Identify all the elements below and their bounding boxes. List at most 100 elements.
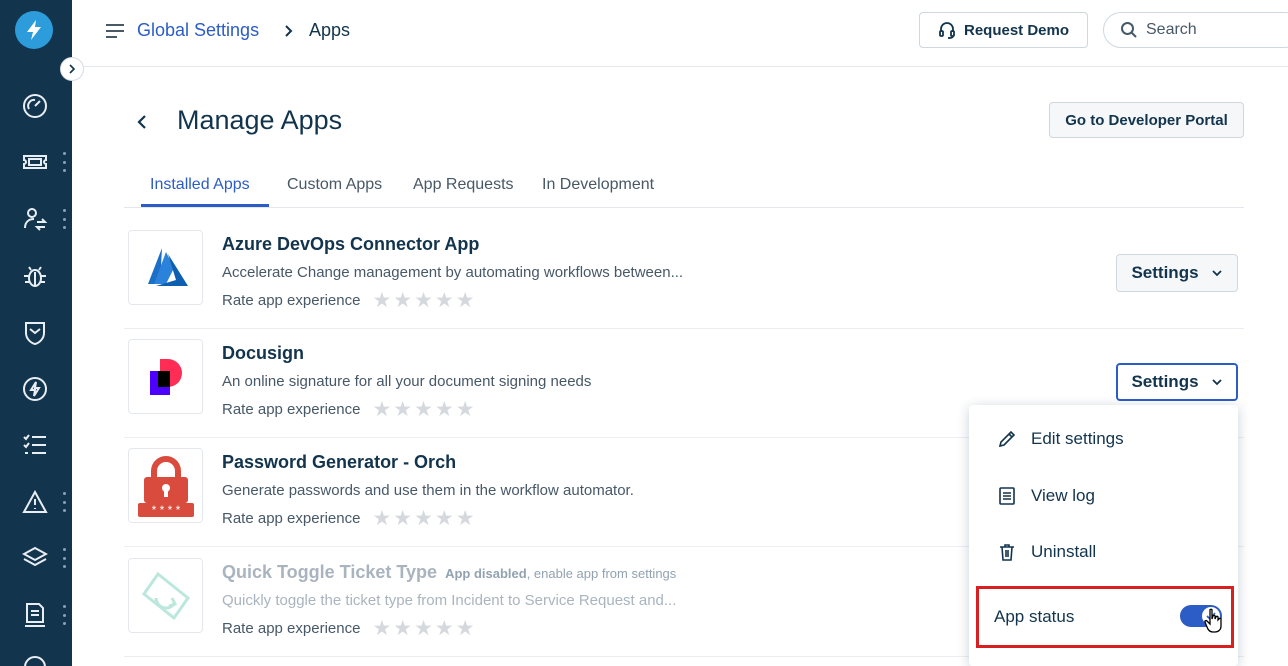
star-icon[interactable]: ★ — [414, 508, 433, 529]
page-title: Manage Apps — [177, 105, 343, 135]
star-icon[interactable]: ★ — [393, 290, 412, 311]
request-demo-button[interactable]: Request Demo — [919, 12, 1088, 48]
star-icon[interactable]: ★ — [372, 508, 391, 529]
developer-portal-button[interactable]: Go to Developer Portal — [1049, 102, 1244, 138]
report-icon[interactable] — [18, 598, 52, 632]
sidebar — [0, 0, 72, 666]
ticket-toggle-logo-icon — [128, 558, 203, 633]
star-rating[interactable]: ★ ★ ★ ★ ★ — [372, 399, 474, 420]
settings-label: Settings — [1131, 372, 1199, 391]
chevron-right-icon — [69, 64, 76, 74]
settings-dropdown-button[interactable]: Settings — [1116, 363, 1238, 401]
star-icon[interactable]: ★ — [393, 399, 412, 420]
chevron-down-icon — [1211, 379, 1222, 386]
bug-icon[interactable] — [18, 259, 52, 293]
app-status-row: App status — [976, 586, 1234, 648]
menu-item-uninstall[interactable]: Uninstall — [969, 527, 1238, 577]
star-icon[interactable]: ★ — [456, 618, 475, 639]
layers-icon[interactable] — [18, 541, 52, 575]
apps-tabs: Installed Apps Custom Apps App Requests … — [124, 166, 1244, 208]
warning-more-icon[interactable] — [61, 492, 67, 512]
star-icon[interactable]: ★ — [393, 508, 412, 529]
ticket-icon[interactable] — [18, 145, 52, 179]
rating: Rate app experience ★ ★ ★ ★ ★ — [222, 289, 475, 311]
app-disabled-label: App disabled — [445, 566, 527, 581]
docusign-logo-icon — [128, 339, 203, 414]
sidebar-expand-button[interactable] — [60, 57, 84, 81]
user-more-icon[interactable] — [61, 209, 67, 229]
freshservice-logo-icon[interactable] — [15, 11, 53, 49]
app-description: Accelerate Change management by automati… — [222, 264, 684, 281]
tab-app-requests[interactable]: App Requests — [413, 176, 514, 194]
rating: Rate app experience ★ ★ ★ ★ ★ — [222, 617, 475, 639]
settings-label: Settings — [1131, 263, 1199, 282]
chevron-down-icon — [1211, 270, 1222, 277]
star-rating[interactable]: ★ ★ ★ ★ ★ — [372, 508, 474, 529]
star-icon[interactable]: ★ — [372, 290, 391, 311]
layers-more-icon[interactable] — [61, 548, 67, 568]
app-disabled-note: App disabled, enable app from settings — [445, 566, 676, 581]
report-more-icon[interactable] — [61, 605, 67, 625]
app-row-azure-devops: Azure DevOps Connector App Accelerate Ch… — [124, 220, 1244, 329]
star-rating[interactable]: ★ ★ ★ ★ ★ — [372, 290, 474, 311]
hamburger-menu-icon[interactable] — [105, 22, 125, 40]
star-icon[interactable]: ★ — [393, 618, 412, 639]
star-icon[interactable]: ★ — [372, 399, 391, 420]
tab-installed-apps[interactable]: Installed Apps — [150, 176, 250, 194]
menu-item-label: View log — [1031, 486, 1095, 505]
settings-menu: Edit settings View log Uninstall App sta… — [969, 405, 1238, 666]
breadcrumb-current: Apps — [309, 20, 351, 40]
app-status-label: App status — [994, 607, 1075, 626]
svg-text:* * * *: * * * * — [151, 503, 180, 517]
search-input[interactable]: Search — [1103, 12, 1288, 48]
star-icon[interactable]: ★ — [435, 290, 454, 311]
star-icon[interactable]: ★ — [414, 618, 433, 639]
star-icon[interactable]: ★ — [456, 399, 475, 420]
app-name[interactable]: Azure DevOps Connector App — [222, 234, 479, 255]
lightning-icon[interactable] — [18, 372, 52, 406]
app-description: Generate passwords and use them in the w… — [222, 482, 634, 499]
warning-icon[interactable] — [18, 485, 52, 519]
menu-item-view-log[interactable]: View log — [969, 471, 1238, 521]
dashboard-icon[interactable] — [18, 89, 52, 123]
app-disabled-hint: , enable app from settings — [526, 566, 677, 581]
active-tab-indicator — [141, 204, 269, 207]
rate-label: Rate app experience — [222, 400, 361, 418]
menu-item-edit-settings[interactable]: Edit settings — [969, 414, 1238, 464]
ticket-more-icon[interactable] — [61, 152, 67, 172]
breadcrumb-global-settings[interactable]: Global Settings — [137, 20, 259, 41]
app-description: An online signature for all your documen… — [222, 373, 592, 390]
star-icon[interactable]: ★ — [435, 618, 454, 639]
search-placeholder: Search — [1146, 21, 1197, 38]
star-rating[interactable]: ★ ★ ★ ★ ★ — [372, 618, 474, 639]
rate-label: Rate app experience — [222, 509, 361, 527]
trash-icon — [1000, 544, 1014, 561]
user-exchange-icon[interactable] — [18, 202, 52, 236]
tab-in-development[interactable]: In Development — [542, 176, 654, 194]
rating: Rate app experience ★ ★ ★ ★ ★ — [222, 507, 475, 529]
tab-custom-apps[interactable]: Custom Apps — [287, 176, 382, 194]
app-name[interactable]: Docusign — [222, 343, 304, 364]
star-icon[interactable]: ★ — [372, 618, 391, 639]
breadcrumb-chevron-icon — [285, 25, 293, 37]
app-name[interactable]: Password Generator - Orch — [222, 452, 456, 473]
star-icon[interactable]: ★ — [435, 508, 454, 529]
azure-logo-icon — [128, 230, 203, 305]
app-name-text: Quick Toggle Ticket Type — [222, 562, 438, 582]
log-icon — [999, 487, 1015, 505]
back-arrow-icon[interactable] — [134, 112, 150, 132]
sync-icon[interactable] — [18, 650, 52, 666]
rating: Rate app experience ★ ★ ★ ★ ★ — [222, 398, 475, 420]
app-name[interactable]: Quick Toggle Ticket Type App disabled, en… — [222, 562, 676, 583]
settings-dropdown-button[interactable]: Settings — [1116, 254, 1238, 292]
star-icon[interactable]: ★ — [456, 290, 475, 311]
star-icon[interactable]: ★ — [414, 399, 433, 420]
shield-icon[interactable] — [18, 316, 52, 350]
app-description: Quickly toggle the ticket type from Inci… — [222, 592, 677, 609]
star-icon[interactable]: ★ — [414, 290, 433, 311]
rate-label: Rate app experience — [222, 619, 361, 637]
hand-cursor-icon — [1204, 608, 1222, 633]
star-icon[interactable]: ★ — [435, 399, 454, 420]
star-icon[interactable]: ★ — [456, 508, 475, 529]
checklist-icon[interactable] — [18, 428, 52, 462]
